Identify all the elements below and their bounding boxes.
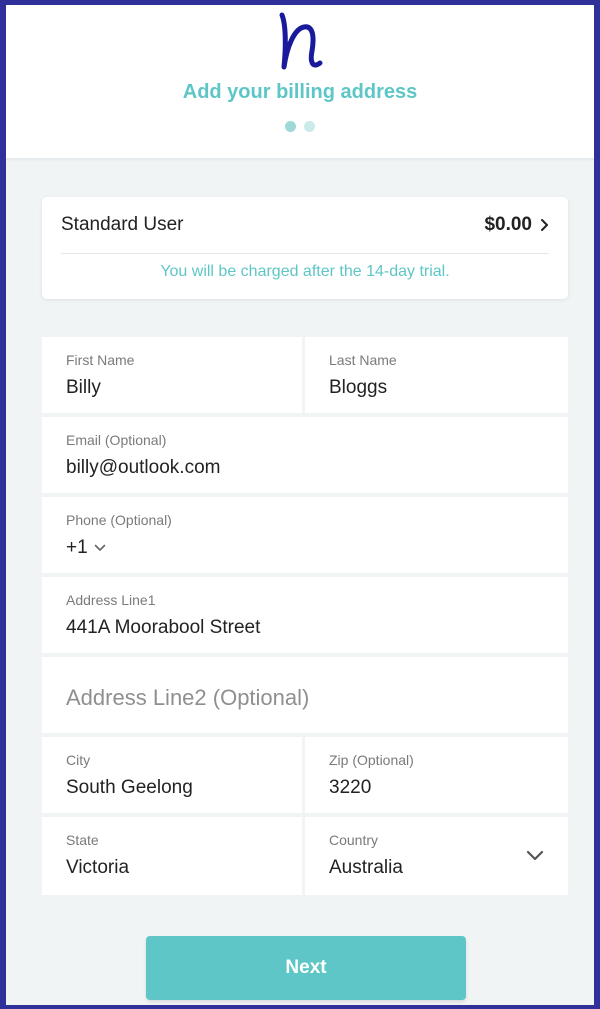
country-select[interactable]: Country Australia — [305, 817, 568, 895]
phone-country-code-select[interactable]: +1 — [66, 537, 106, 559]
logo — [6, 5, 594, 79]
phone-label: Phone (Optional) — [66, 512, 172, 528]
last-name-field[interactable]: Last Name Bloggs — [305, 337, 568, 413]
chevron-down-icon[interactable] — [526, 850, 544, 861]
address-line2-input[interactable]: Address Line2 (Optional) — [66, 685, 309, 711]
city-field[interactable]: City South Geelong — [42, 737, 302, 813]
zip-label: Zip (Optional) — [329, 752, 414, 768]
step-dot-1 — [285, 121, 296, 132]
address-line1-label: Address Line1 — [66, 592, 156, 608]
address-line1-input[interactable]: 441A Moorabool Street — [66, 617, 260, 639]
phone-field[interactable]: Phone (Optional) +1 — [42, 497, 568, 573]
state-input[interactable]: Victoria — [66, 857, 129, 879]
phone-country-code: +1 — [66, 537, 88, 558]
email-field[interactable]: Email (Optional) billy@outlook.com — [42, 417, 568, 493]
header: Add your billing address — [6, 5, 594, 159]
next-button[interactable]: Next — [146, 936, 466, 1000]
page-title: Add your billing address — [182, 81, 418, 103]
email-label: Email (Optional) — [66, 432, 167, 448]
address-line2-field[interactable]: Address Line2 (Optional) — [42, 657, 568, 733]
city-input[interactable]: South Geelong — [66, 777, 193, 799]
first-name-label: First Name — [66, 352, 135, 368]
country-label: Country — [329, 832, 379, 848]
plan-price-link[interactable]: $0.00 — [484, 214, 549, 236]
first-name-field[interactable]: First Name Billy — [42, 337, 302, 413]
state-label: State — [66, 832, 99, 848]
last-name-label: Last Name — [329, 352, 397, 368]
country-value[interactable]: Australia — [329, 857, 403, 879]
app-frame: Add your billing address Standard User $… — [0, 0, 600, 1009]
trial-note: You will be charged after the 14-day tri… — [160, 263, 450, 280]
plan-price: $0.00 — [484, 214, 532, 235]
chevron-down-icon — [94, 544, 105, 551]
plan-row[interactable]: Standard User $0.00 — [61, 197, 549, 254]
zip-input[interactable]: 3220 — [329, 777, 371, 799]
city-label: City — [66, 752, 91, 768]
zip-field[interactable]: Zip (Optional) 3220 — [305, 737, 568, 813]
address-line1-field[interactable]: Address Line1 441A Moorabool Street — [42, 577, 568, 653]
plan-summary-card: Standard User $0.00 You will be charged … — [42, 197, 568, 299]
plan-name: Standard User — [61, 214, 184, 235]
chevron-right-icon — [541, 219, 548, 231]
script-n-logo-icon — [279, 12, 323, 70]
first-name-input[interactable]: Billy — [66, 377, 101, 399]
step-dot-2 — [304, 121, 315, 132]
state-field[interactable]: State Victoria — [42, 817, 302, 895]
last-name-input[interactable]: Bloggs — [329, 377, 387, 399]
email-input[interactable]: billy@outlook.com — [66, 457, 220, 479]
step-indicator — [6, 121, 594, 132]
